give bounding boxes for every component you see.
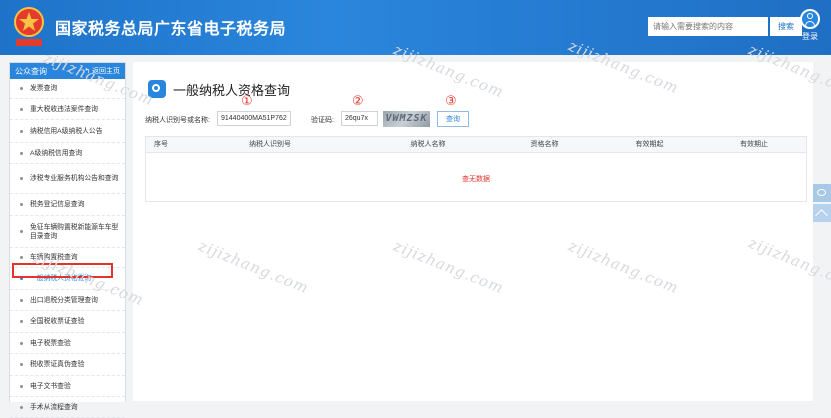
annotation-2: ② bbox=[352, 93, 364, 108]
login-label: 登录 bbox=[802, 32, 818, 41]
table-header: 序号 纳税人识别号 纳税人名称 资格名称 有效期起 有效期止 bbox=[146, 137, 806, 153]
column-header-taxpayer-id: 纳税人识别号 bbox=[249, 141, 291, 148]
annotation-3: ③ bbox=[445, 93, 457, 108]
captcha-image[interactable]: VWMZSK bbox=[383, 111, 430, 127]
query-page-icon bbox=[148, 80, 166, 98]
column-header-valid-from: 有效期起 bbox=[635, 141, 664, 148]
highlight-box bbox=[12, 263, 113, 278]
taxpayer-id-input[interactable] bbox=[217, 111, 291, 126]
sidebar-item-e-tax-ticket[interactable]: 电子税票查验 bbox=[10, 333, 125, 354]
back-home-link[interactable]: ↰ 返回主页 bbox=[84, 66, 120, 76]
sidebar-title: 公众查询 bbox=[15, 66, 47, 76]
site-title: 国家税务总局广东省电子税务局 bbox=[55, 21, 287, 38]
share-icon[interactable] bbox=[813, 184, 831, 202]
back-to-top-icon[interactable] bbox=[813, 204, 831, 222]
empty-state-text: 查无数据 bbox=[462, 176, 490, 183]
column-header-valid-to: 有效期止 bbox=[740, 141, 768, 148]
sidebar-item-nev-exemption[interactable]: 免征车辆购置税新能源车车型目录查询 bbox=[10, 216, 125, 248]
sidebar-item-export-rebate[interactable]: 出口退税分类管理查询 bbox=[10, 290, 125, 311]
sidebar-item-e-document[interactable]: 电子文书查验 bbox=[10, 376, 125, 397]
taxpayer-id-label: 纳税人识别号或名称: bbox=[145, 117, 210, 124]
sidebar-item-voucher-authenticity[interactable]: 税收票证真伪查验 bbox=[10, 354, 125, 376]
result-table: 序号 纳税人识别号 纳税人名称 资格名称 有效期起 有效期止 查无数据 bbox=[145, 136, 807, 202]
sidebar-item-tax-registration[interactable]: 税务登记信息查询 bbox=[10, 194, 125, 216]
login-button[interactable]: 登录 bbox=[797, 9, 823, 42]
page-title: 一般纳税人资格查询 bbox=[173, 83, 291, 98]
column-header-index: 序号 bbox=[154, 141, 168, 148]
captcha-input[interactable] bbox=[341, 111, 378, 126]
captcha-label: 验证码: bbox=[311, 117, 334, 124]
sidebar-item-tax-voucher-check[interactable]: 全国税收票证查验 bbox=[10, 311, 125, 333]
user-icon bbox=[800, 9, 820, 29]
sidebar-item-tax-service-agency[interactable]: 涉税专业服务机构公告和查询 bbox=[10, 164, 125, 194]
site-header: 国家税务总局广东省电子税务局 搜索 登录 bbox=[0, 0, 831, 55]
sidebar: 公众查询 ↰ 返回主页 发票查询 重大税收违法案件查询 纳税信用A级纳税人公告 … bbox=[9, 62, 126, 418]
sidebar-item-major-violation[interactable]: 重大税收违法案件查询 bbox=[10, 99, 125, 120]
sidebar-item-a-credit-notice[interactable]: 纳税信用A级纳税人公告 bbox=[10, 120, 125, 143]
sidebar-item-a-credit-query[interactable]: A级纳税信用查询 bbox=[10, 143, 125, 164]
query-button[interactable]: 查询 bbox=[437, 111, 469, 127]
national-emblem-icon bbox=[14, 7, 44, 46]
column-header-qualification: 资格名称 bbox=[530, 141, 559, 148]
search-input[interactable] bbox=[648, 17, 768, 36]
back-home-label: 返回主页 bbox=[92, 68, 120, 75]
sidebar-header: 公众查询 ↰ 返回主页 bbox=[10, 63, 125, 79]
sidebar-item-process-query[interactable]: 手术从流程查询 bbox=[10, 397, 125, 418]
annotation-1: ① bbox=[241, 93, 253, 108]
sidebar-menu: 发票查询 重大税收违法案件查询 纳税信用A级纳税人公告 A级纳税信用查询 涉税专… bbox=[10, 79, 125, 418]
column-header-taxpayer-name: 纳税人名称 bbox=[410, 141, 446, 148]
sidebar-item-invoice-query[interactable]: 发票查询 bbox=[10, 79, 125, 99]
